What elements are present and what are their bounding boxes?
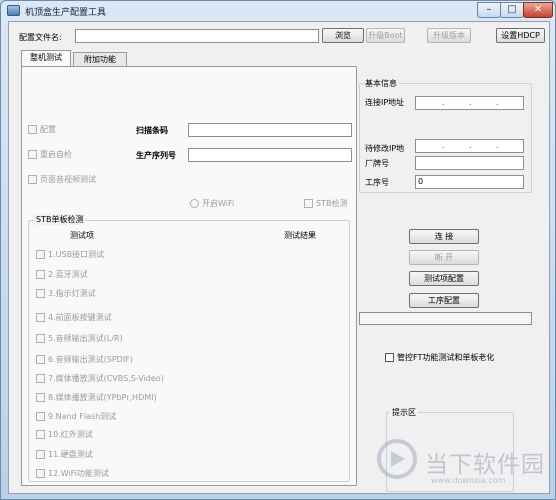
ip-dot: . [442,98,445,107]
ip-dot: . [469,98,472,107]
whole-test-panel: 配置 重启自检 页面音视频测试 扫描条码 生产序列号 开启WiFi STB检测 … [21,66,357,486]
watermark-url: www.downxia.com [431,476,506,485]
stb-board-title: STB单板检测 [34,214,86,225]
stb-item-checkbox[interactable] [36,313,45,322]
window-title: 机顶盒生产配置工具 [25,8,107,18]
stb-item-checkbox[interactable] [36,334,45,343]
stb-check-checkbox[interactable] [304,199,313,208]
stb-item-checkbox[interactable] [36,289,45,298]
stb-check-label: STB检测 [316,199,348,208]
stb-item-label: 2.蓝牙测试 [48,270,88,279]
ip-dot: . [496,98,499,107]
upgrade-boot-button[interactable]: 升级Boot [366,28,405,43]
station-config-button[interactable]: 工序配置 [409,293,479,308]
disconnect-button[interactable]: 断 开 [409,250,479,265]
stb-item-checkbox[interactable] [36,374,45,383]
title-bar[interactable]: 机顶盒生产配置工具 – □ ✕ [1,1,556,21]
aging-control-label: 管控FT功能测试和单板老化 [397,353,495,362]
stb-item-label: 8.媒体播放测试(YPbPr,HDMI) [48,393,157,402]
factory-label: 厂牌号 [365,159,389,168]
modify-ip-input[interactable]: . . . [415,139,524,153]
tab-whole-test[interactable]: 整机测试 [21,50,71,67]
watermark-text: 当下软件园 [425,452,545,478]
stb-item-label: 6.音频输出测试(SPDIF) [48,355,133,364]
test-result-header: 测试结果 [284,231,316,240]
minimize-button[interactable]: – [477,2,501,18]
reboot-selftest-checkbox[interactable] [28,150,37,159]
basic-info-title: 基本信息 [363,78,399,89]
av-test-label: 页面音视频测试 [40,175,96,184]
stb-item-checkbox[interactable] [36,412,45,421]
upgrade-version-button[interactable]: 升级版本 [427,28,471,43]
watermark-logo-icon [377,439,417,479]
progress-bar [359,312,532,325]
ip-dot: . [496,141,499,150]
stb-item-label: 12.WiFi功能测试 [48,469,109,478]
stb-item-checkbox[interactable] [36,250,45,259]
config-file-label: 配置文件名: [19,33,62,42]
app-icon [7,5,20,16]
av-test-checkbox[interactable] [28,175,37,184]
ip-dot: . [469,141,472,150]
client-area: 配置文件名: 浏览 升级Boot 升级版本 设置HDCP 整机测试 附加功能 配… [8,21,550,494]
stb-item-label: 5.音频输出测试(L/R) [48,334,123,343]
stb-item-label: 4.前面板按键测试 [48,313,112,322]
stb-item-label: 3.指示灯测试 [48,289,96,298]
wifi-radio-label: 开启WiFi [202,199,235,208]
tab-extra-functions[interactable]: 附加功能 [73,52,127,67]
stb-item-label: 10.红外测试 [48,430,93,439]
config-checkbox[interactable] [28,125,37,134]
connect-ip-input[interactable]: . . . [415,96,524,110]
browse-button[interactable]: 浏览 [322,28,364,43]
modify-ip-label: 待修改IP地 [365,144,405,153]
app-window: 机顶盒生产配置工具 – □ ✕ 配置文件名: 浏览 升级Boot 升级版本 设置… [0,0,556,500]
stb-item-label: 9.Nand Flash测试 [48,412,117,421]
wifi-radio[interactable] [190,199,199,208]
reboot-selftest-label: 重启自检 [40,150,72,159]
close-button[interactable]: ✕ [523,2,553,18]
connect-ip-label: 连接IP地址 [365,98,405,107]
connect-button[interactable]: 连 接 [409,229,479,244]
scan-code-input[interactable] [188,123,352,137]
station-label: 工序号 [365,178,389,187]
config-file-field[interactable] [75,29,319,43]
stb-item-checkbox[interactable] [36,450,45,459]
maximize-button[interactable]: □ [500,2,524,18]
stb-item-checkbox[interactable] [36,430,45,439]
ip-dot: . [442,141,445,150]
stb-item-label: 11.硬盘测试 [48,450,93,459]
aging-control-checkbox[interactable] [385,353,394,362]
tip-area-title: 提示区 [390,407,418,418]
station-input[interactable]: 0 [415,175,524,189]
stb-item-checkbox[interactable] [36,270,45,279]
serial-label: 生产序列号 [136,151,176,160]
test-item-header: 测试项 [70,231,94,240]
config-check-label: 配置 [40,125,56,134]
factory-input[interactable] [415,156,524,170]
set-hdcp-button[interactable]: 设置HDCP [496,28,545,43]
test-item-config-button[interactable]: 测试项配置 [409,271,479,286]
scan-code-label: 扫描条码 [136,126,168,135]
serial-input[interactable] [188,148,352,162]
stb-item-checkbox[interactable] [36,393,45,402]
stb-item-checkbox[interactable] [36,469,45,478]
stb-item-checkbox[interactable] [36,355,45,364]
stb-item-label: 7.媒体播放测试(CVBS,S-Video) [48,374,164,383]
stb-item-label: 1.USB接口测试 [48,250,105,259]
